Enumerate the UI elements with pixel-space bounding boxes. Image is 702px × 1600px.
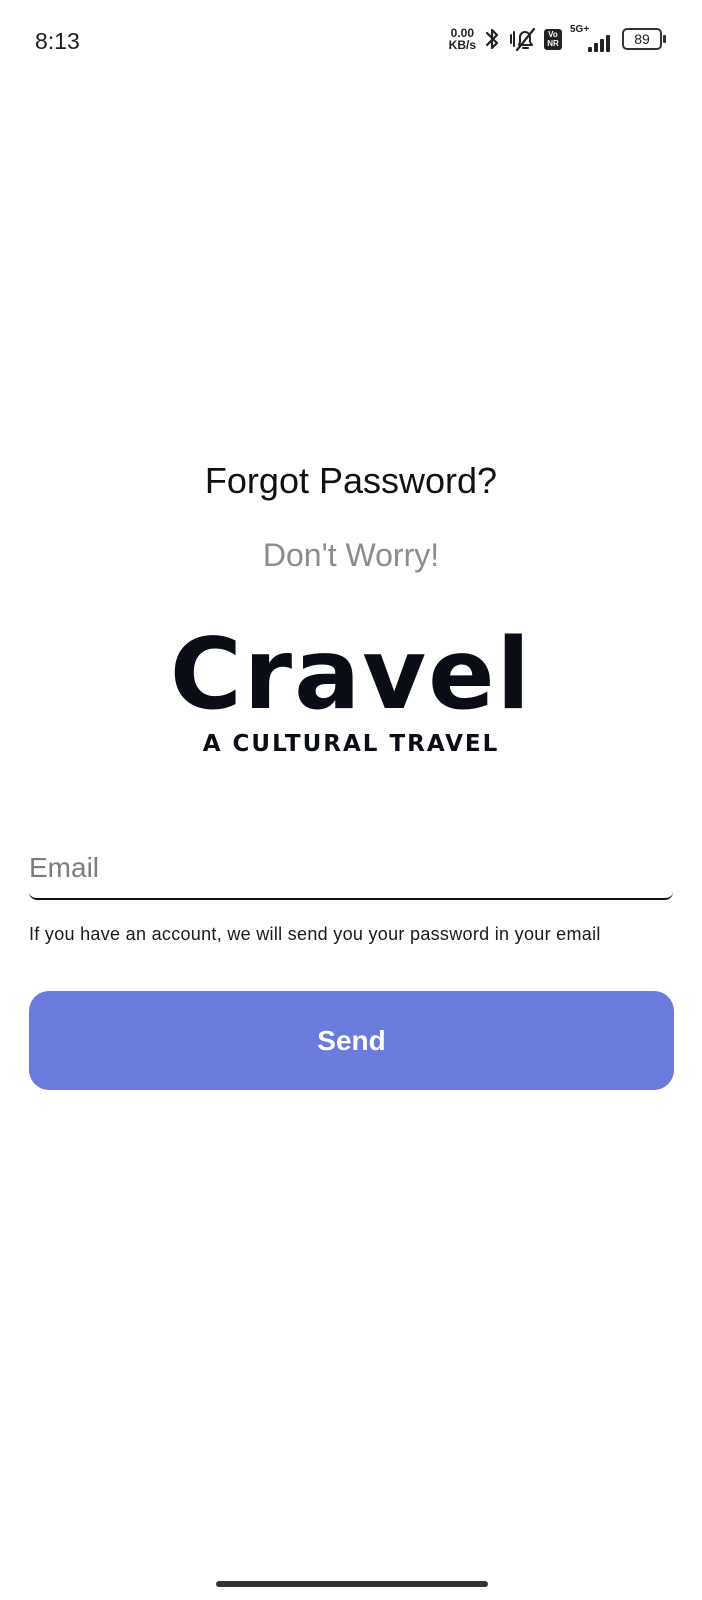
signal-bar bbox=[588, 47, 592, 52]
page-title: Forgot Password? bbox=[204, 460, 498, 501]
battery-icon: 89 bbox=[622, 28, 666, 50]
send-button[interactable]: Send bbox=[29, 991, 674, 1090]
network-speed: 0.00 KB/s bbox=[449, 27, 476, 51]
volte-icon: Vo NR bbox=[544, 28, 562, 50]
volte-top-label: Vo bbox=[548, 30, 558, 39]
logo-wordmark: Cravel bbox=[169, 618, 533, 732]
signal-bar bbox=[600, 39, 604, 52]
home-indicator[interactable] bbox=[216, 1581, 488, 1587]
signal-icon: 5G+ bbox=[570, 24, 614, 52]
signal-bar bbox=[594, 43, 598, 52]
email-field-container bbox=[29, 848, 673, 900]
silent-mode-icon bbox=[508, 26, 536, 52]
network-type-label: 5G+ bbox=[570, 24, 590, 35]
status-time: 8:13 bbox=[35, 28, 80, 54]
status-bar: 8:13 0.00 KB/s Vo NR 5G+ 89 bbox=[0, 0, 702, 84]
status-icons: 0.00 KB/s Vo NR 5G+ 89 bbox=[449, 24, 666, 52]
logo-tagline: A CULTURAL TRAVEL bbox=[202, 731, 500, 757]
cravel-logo: Cravel A CULTURAL TRAVEL bbox=[0, 625, 702, 785]
page-subtitle: Don't Worry! bbox=[262, 537, 440, 573]
bluetooth-icon bbox=[484, 26, 500, 52]
network-speed-unit: KB/s bbox=[448, 38, 476, 52]
volte-bottom-label: NR bbox=[547, 39, 559, 48]
email-field[interactable] bbox=[29, 848, 673, 888]
battery-level: 89 bbox=[634, 31, 650, 47]
signal-bar bbox=[606, 35, 610, 52]
email-helper-text: If you have an account, we will send you… bbox=[29, 924, 601, 944]
